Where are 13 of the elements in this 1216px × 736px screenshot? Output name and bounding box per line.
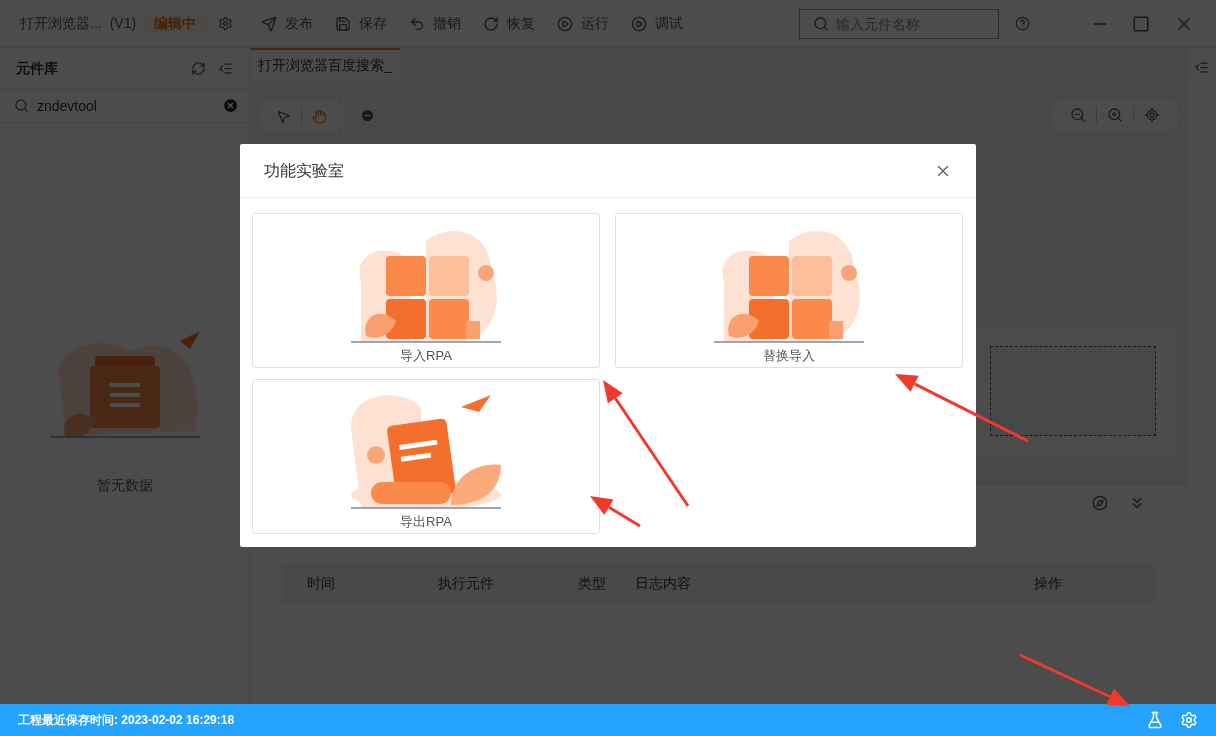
feature-card[interactable]: 导入RPA xyxy=(252,213,600,368)
column-header: 执行元件 xyxy=(438,573,495,593)
save-time-text: 工程最近保存时间: 2023-02-02 16:29:18 xyxy=(18,712,236,729)
column-header: 类型 xyxy=(578,573,607,593)
dialog-title: 功能实验室 xyxy=(264,160,345,181)
panel-title: 元件库 xyxy=(16,59,59,78)
feature-card[interactable]: 替换导入 xyxy=(615,213,963,368)
feature-card[interactable]: 导出RPA xyxy=(252,379,600,534)
column-header: 时间 xyxy=(306,573,336,593)
settings-icon[interactable] xyxy=(1180,711,1198,729)
library-search-field[interactable]: zndevtool xyxy=(0,90,249,122)
flask-icon[interactable] xyxy=(1146,711,1164,729)
column-header: 操作 xyxy=(1034,573,1063,593)
